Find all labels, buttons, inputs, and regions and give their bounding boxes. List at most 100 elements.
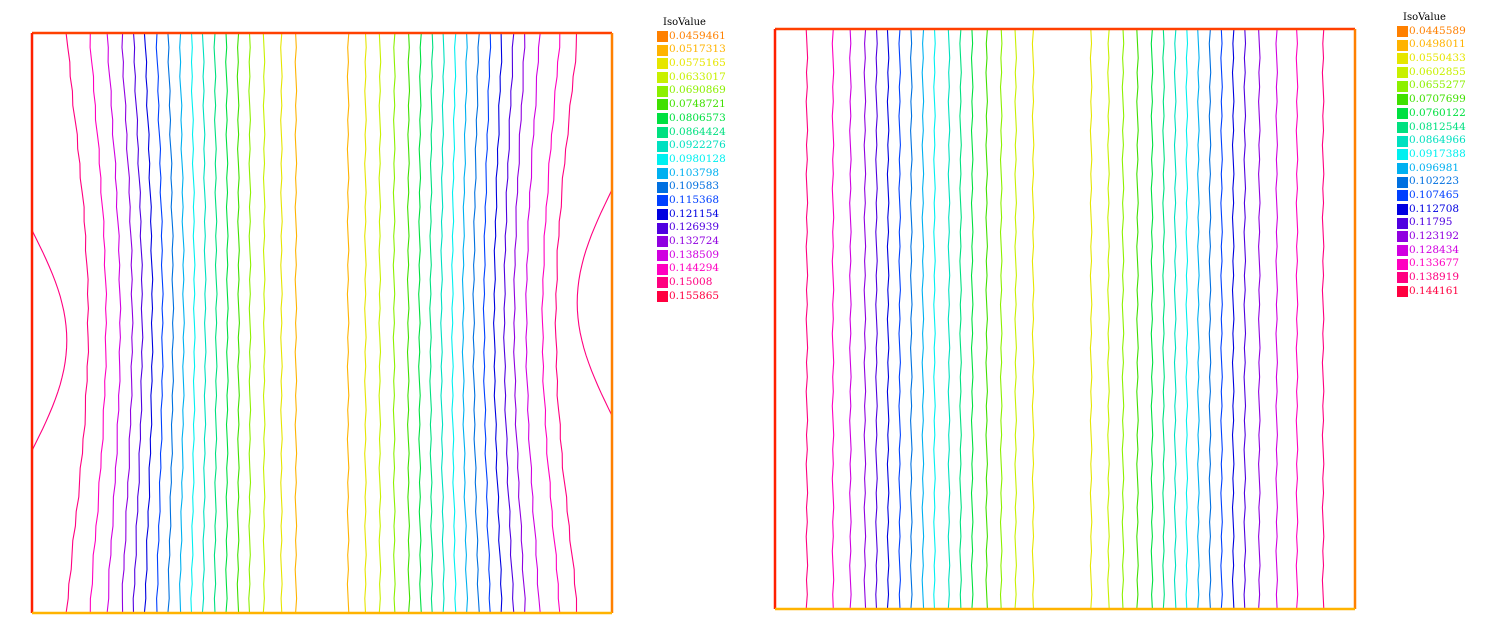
legend-swatch	[1397, 162, 1408, 174]
contour-line	[440, 32, 445, 614]
contour-line	[1258, 28, 1261, 610]
contour-line	[1321, 28, 1325, 610]
legend-entry: 0.0575165	[657, 57, 726, 71]
contour-line	[1121, 28, 1125, 610]
contour-line	[1208, 28, 1212, 610]
contour-line	[513, 32, 526, 614]
contour-line	[1243, 28, 1247, 610]
contour-line	[1197, 28, 1200, 610]
legend-entry: 0.133677	[1397, 257, 1466, 271]
legend-entry: 0.155865	[657, 290, 726, 304]
contour-line	[143, 32, 154, 614]
legend-value: 0.0864966	[1409, 134, 1466, 147]
legend-swatch	[1397, 67, 1408, 79]
legend-entry: 0.0917388	[1397, 148, 1466, 162]
contour-line	[364, 32, 367, 614]
legend-value: 0.123192	[1409, 230, 1460, 243]
contour-line	[875, 28, 878, 610]
contour-line	[1136, 28, 1139, 610]
legend-entry: 0.0602855	[1397, 66, 1466, 80]
legend-entry: 0.123192	[1397, 230, 1466, 244]
legend-value: 0.103798	[669, 166, 720, 179]
legend-entry: 0.144161	[1397, 285, 1466, 299]
contour-line	[472, 32, 480, 614]
contour-line	[1150, 28, 1154, 610]
legend-entry: 0.0459461	[657, 30, 726, 44]
legend-swatch	[657, 167, 668, 179]
contour-line	[503, 32, 515, 614]
contour-line	[493, 32, 503, 614]
legend-value: 0.121154	[669, 207, 720, 220]
legend-entry: 0.107465	[1397, 189, 1466, 203]
legend-value: 0.096981	[1409, 161, 1460, 174]
contour-line	[201, 32, 207, 614]
legend-value: 0.155865	[669, 289, 720, 302]
legend-value: 0.0760122	[1409, 106, 1466, 119]
contour-line	[482, 32, 492, 614]
legend-entry: 0.0517313	[657, 43, 726, 57]
contour-line	[805, 28, 809, 610]
contour-line	[1089, 28, 1093, 610]
legend-right: IsoValue 0.0445589 0.0498011 0.0550433 0.06…	[1397, 11, 1466, 298]
legend-entry: 0.103798	[657, 167, 726, 181]
legend-value: 0.144294	[669, 262, 720, 275]
legend-swatch	[657, 263, 668, 275]
legend-swatch	[1397, 135, 1408, 147]
legend-swatch	[657, 126, 668, 138]
legend-entry: 0.0445589	[1397, 25, 1466, 39]
contour-line	[179, 32, 185, 614]
legend-swatch	[657, 85, 668, 97]
contour-line	[1014, 28, 1017, 610]
legend-value: 0.0812544	[1409, 120, 1466, 133]
contour-line	[346, 32, 350, 614]
contour-line	[190, 32, 196, 614]
contour-line	[541, 32, 561, 614]
contour-line	[947, 28, 951, 610]
legend-value: 0.138509	[669, 248, 720, 261]
legend-value: 0.0922276	[669, 139, 726, 152]
contour-line	[225, 32, 229, 614]
contour-line	[1275, 28, 1278, 610]
contour-line	[1220, 28, 1223, 610]
legend-swatch	[1397, 80, 1408, 92]
legend-value: 0.11795	[1409, 216, 1453, 229]
legend-value: 0.133677	[1409, 257, 1460, 270]
legend-swatch	[1397, 258, 1408, 270]
contour-line	[898, 28, 901, 610]
legend-value: 0.15008	[669, 276, 713, 289]
contour-line	[65, 32, 90, 614]
legend-value: 0.128434	[1409, 243, 1460, 256]
legend-entry: 0.144294	[657, 262, 726, 276]
legend-value: 0.0498011	[1409, 38, 1466, 51]
legend-value: 0.0575165	[669, 57, 726, 70]
legend-entry: 0.0760122	[1397, 107, 1466, 121]
legend-entry: 0.112708	[1397, 203, 1466, 217]
legend-swatch	[657, 208, 668, 220]
legend-title: IsoValue	[663, 17, 706, 28]
legend-swatch	[657, 236, 668, 248]
legend-swatch	[1397, 149, 1408, 161]
legend-swatch	[1397, 39, 1408, 51]
legend-entry: 0.0550433	[1397, 52, 1466, 66]
contour-line	[1231, 28, 1235, 610]
legend-entry: 0.0707699	[1397, 93, 1466, 107]
legend-swatch	[657, 181, 668, 193]
legend-value: 0.144161	[1409, 284, 1460, 297]
contour-line	[970, 28, 974, 610]
legend-value: 0.0748721	[669, 98, 726, 111]
legend-swatch	[657, 31, 668, 43]
legend-value: 0.0980128	[669, 152, 726, 165]
legend-swatch	[657, 154, 668, 166]
contour-line	[262, 32, 266, 614]
legend-swatch	[657, 195, 668, 207]
legend-title: IsoValue	[1403, 12, 1446, 23]
legend-value: 0.126939	[669, 221, 720, 234]
legend-value: 0.132724	[669, 235, 720, 248]
contour-panel-left: IsoValue 0.0459461 0.0517313 0.0575165 0.06…	[0, 0, 760, 643]
legend-swatch	[1397, 190, 1408, 202]
legend-value: 0.102223	[1409, 175, 1460, 188]
legend-swatch	[657, 250, 668, 262]
legend-swatch	[1397, 53, 1408, 65]
legend-swatch	[1397, 272, 1408, 284]
legend-swatch	[1397, 176, 1408, 188]
